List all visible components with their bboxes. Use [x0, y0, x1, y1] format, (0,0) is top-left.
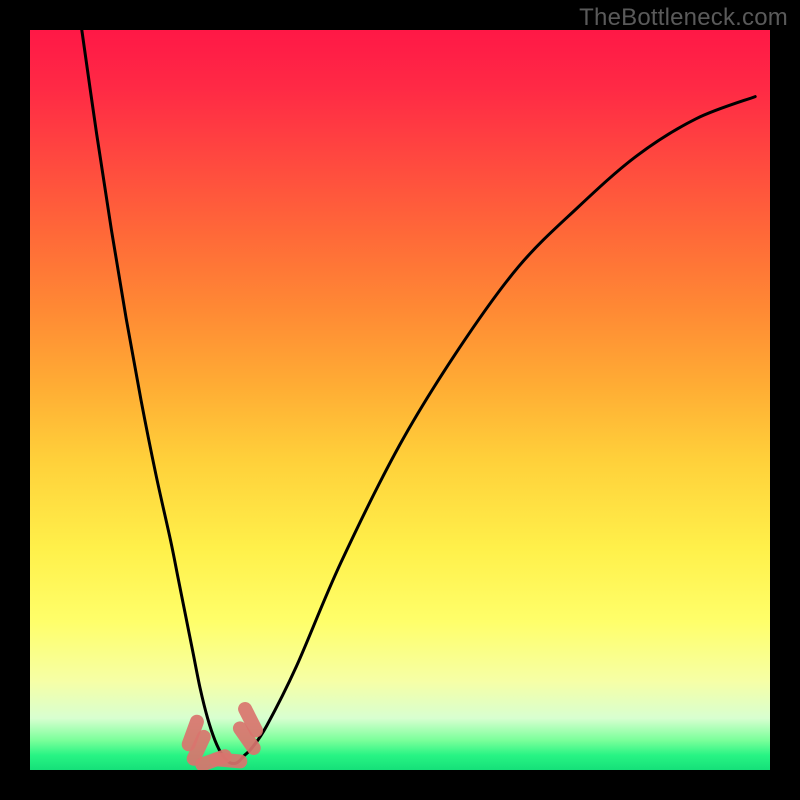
- chart-frame: TheBottleneck.com: [0, 0, 800, 800]
- curve-svg: [30, 30, 770, 770]
- plot-area: [30, 30, 770, 770]
- watermark-label: TheBottleneck.com: [579, 4, 788, 32]
- marker-group: [180, 700, 266, 770]
- bottleneck-curve: [82, 30, 755, 764]
